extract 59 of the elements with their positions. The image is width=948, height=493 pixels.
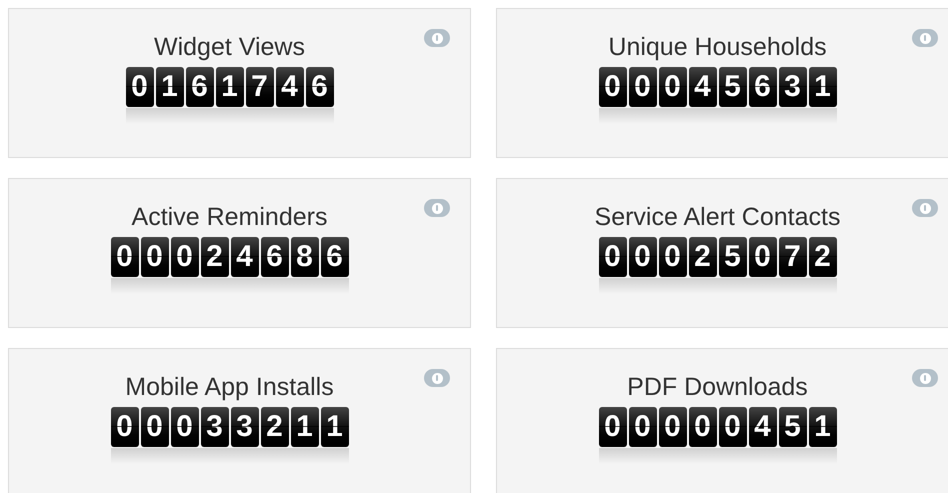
- info-icon[interactable]: [424, 29, 450, 47]
- digit-tile: 0: [748, 237, 776, 277]
- digit-tile: 7: [778, 237, 806, 277]
- info-icon[interactable]: [912, 199, 938, 217]
- digit-tile: 4: [230, 237, 258, 277]
- counter-title: Active Reminders: [132, 202, 328, 233]
- digit-tile: 0: [688, 407, 716, 447]
- digit-tile: 6: [320, 237, 348, 277]
- digit-tile: 0: [718, 407, 746, 447]
- digit-tile: 2: [808, 237, 836, 277]
- digit-tile: 6: [306, 67, 334, 107]
- digit-tile: 0: [126, 67, 154, 107]
- digit-tile: 0: [598, 67, 626, 107]
- digit-tile: 1: [290, 407, 318, 447]
- digit-tile: 2: [260, 407, 288, 447]
- counter-title: Widget Views: [154, 32, 305, 63]
- digit-tile: 1: [808, 67, 836, 107]
- digit-tile: 0: [598, 407, 626, 447]
- counter-title: Mobile App Installs: [125, 372, 334, 403]
- info-icon[interactable]: [912, 369, 938, 387]
- digit-tile: 0: [628, 237, 656, 277]
- digit-tile: 0: [628, 67, 656, 107]
- digit-tile: 5: [718, 237, 746, 277]
- info-icon[interactable]: [424, 369, 450, 387]
- digit-tile: 3: [200, 407, 228, 447]
- digit-tile: 0: [170, 407, 198, 447]
- digit-tile: 4: [276, 67, 304, 107]
- digit-tile: 1: [156, 67, 184, 107]
- digit-tile: 1: [808, 407, 836, 447]
- digit-tile: 0: [110, 407, 138, 447]
- digit-tile: 0: [140, 407, 168, 447]
- digit-tile: 0: [170, 237, 198, 277]
- info-icon[interactable]: [912, 29, 938, 47]
- digit-tile: 8: [290, 237, 318, 277]
- info-icon[interactable]: [424, 199, 450, 217]
- digit-tile: 0: [658, 407, 686, 447]
- counter-title: Service Alert Contacts: [594, 202, 840, 233]
- counter-title: Unique Households: [608, 32, 827, 63]
- digit-tile: 2: [688, 237, 716, 277]
- counter-title: PDF Downloads: [627, 372, 808, 403]
- digit-tile: 0: [140, 237, 168, 277]
- digit-tile: 7: [246, 67, 274, 107]
- digit-tile: 1: [320, 407, 348, 447]
- digit-tile: 1: [216, 67, 244, 107]
- digit-tile: 3: [778, 67, 806, 107]
- digit-tile: 6: [260, 237, 288, 277]
- digit-tile: 0: [658, 237, 686, 277]
- digit-tile: 6: [186, 67, 214, 107]
- digit-tile: 5: [718, 67, 746, 107]
- digit-tile: 2: [200, 237, 228, 277]
- digit-tile: 5: [778, 407, 806, 447]
- digit-tile: 0: [110, 237, 138, 277]
- digit-tile: 0: [628, 407, 656, 447]
- digit-tile: 4: [748, 407, 776, 447]
- digit-tile: 0: [598, 237, 626, 277]
- digit-tile: 0: [658, 67, 686, 107]
- digit-tile: 3: [230, 407, 258, 447]
- digit-tile: 6: [748, 67, 776, 107]
- digit-tile: 4: [688, 67, 716, 107]
